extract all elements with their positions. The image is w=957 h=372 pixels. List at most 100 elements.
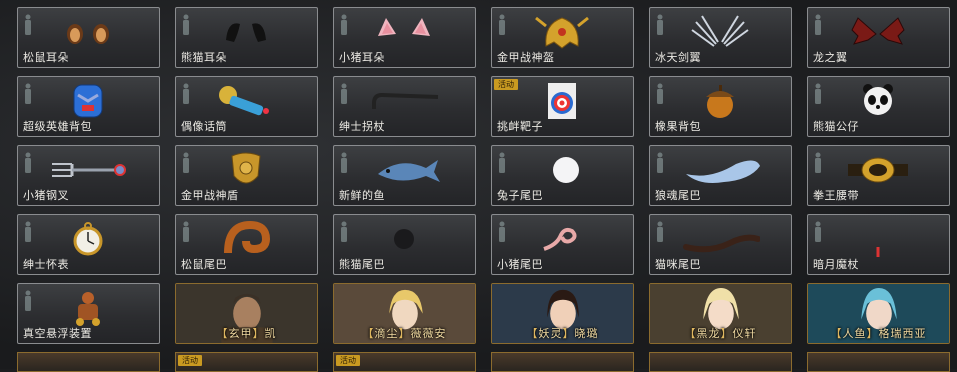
dark-moon-wand-icon <box>873 229 882 257</box>
character-card[interactable]: 活动 <box>333 352 476 372</box>
item-card[interactable]: 松鼠尾巴 <box>175 214 318 275</box>
squirrel-ears-icon <box>67 24 109 44</box>
item-label: 狼魂尾巴 <box>655 189 701 202</box>
dragon-wings-icon <box>851 17 905 45</box>
squirrel-tail-icon <box>224 220 271 254</box>
character-card[interactable]: 【黑龙】仪轩 <box>649 283 792 344</box>
fish-icon <box>378 160 440 182</box>
character-card[interactable]: 【妖灵】晓璐 <box>491 283 634 344</box>
item-card[interactable]: 暗月魔杖 <box>807 214 950 275</box>
item-label: 橡果背包 <box>655 120 701 133</box>
figure-icon <box>183 152 189 173</box>
figure-icon <box>341 14 347 35</box>
item-card[interactable]: 狼魂尾巴 <box>649 145 792 206</box>
figure-icon <box>657 14 663 35</box>
item-label: 金甲战神盔 <box>497 51 555 64</box>
item-card[interactable]: 熊猫耳朵 <box>175 7 318 68</box>
figure-icon <box>499 221 505 242</box>
item-card[interactable]: 金甲战神盾 <box>175 145 318 206</box>
item-label: 小猪尾巴 <box>497 258 543 271</box>
item-card[interactable]: 小猪钢叉 <box>17 145 160 206</box>
item-card[interactable]: 熊猫公仔 <box>807 76 950 137</box>
panda-ears-icon <box>226 23 266 42</box>
figure-icon <box>25 221 31 242</box>
character-label: 【玄甲】凯 <box>216 327 277 340</box>
item-label: 偶像话筒 <box>181 120 227 133</box>
character-card[interactable]: 【滴尘】薇薇安 <box>333 283 476 344</box>
acorn-backpack-icon <box>706 85 734 118</box>
item-label: 熊猫尾巴 <box>339 258 385 271</box>
item-label: 猫咪尾巴 <box>655 258 701 271</box>
figure-icon <box>657 152 663 173</box>
panda-tail-icon <box>394 229 414 249</box>
character-card[interactable]: 活动 <box>175 352 318 372</box>
character-label: 【滴尘】薇薇安 <box>362 327 447 340</box>
item-label: 熊猫公仔 <box>813 120 859 133</box>
item-grid: 松鼠耳朵 熊猫耳朵 小猪耳朵 金甲战神盔 冰天剑翼 龙之翼 超级英雄背包 偶像话… <box>17 7 950 344</box>
item-label: 绅士拐杖 <box>339 120 385 133</box>
item-label: 松鼠耳朵 <box>23 51 69 64</box>
item-card[interactable]: 小猪尾巴 <box>491 214 634 275</box>
cat-tail-icon <box>683 234 760 253</box>
item-card[interactable]: 金甲战神盔 <box>491 7 634 68</box>
item-card[interactable]: 真空悬浮装置 <box>17 283 160 344</box>
item-card[interactable]: 龙之翼 <box>807 7 950 68</box>
item-label: 龙之翼 <box>813 51 848 64</box>
item-card[interactable]: 兔子尾巴 <box>491 145 634 206</box>
figure-icon <box>815 14 821 35</box>
item-card[interactable]: 超级英雄背包 <box>17 76 160 137</box>
item-label: 绅士怀表 <box>23 258 69 271</box>
next-row-partial: 活动 活动 <box>17 352 950 372</box>
gentleman-cane-icon <box>372 92 439 109</box>
target-icon <box>548 83 576 119</box>
character-card[interactable] <box>649 352 792 372</box>
item-card[interactable]: 绅士拐杖 <box>333 76 476 137</box>
ice-sword-wings-icon <box>691 15 749 47</box>
character-card[interactable] <box>491 352 634 372</box>
wolf-tail-icon <box>686 160 760 183</box>
rabbit-tail-icon <box>553 157 579 183</box>
item-card[interactable]: 猫咪尾巴 <box>649 214 792 275</box>
pocket-watch-icon <box>73 222 103 256</box>
vacuum-hover-device-icon <box>76 292 100 326</box>
character-card[interactable]: 【玄甲】凯 <box>175 283 318 344</box>
item-card[interactable]: 新鲜的鱼 <box>333 145 476 206</box>
character-card[interactable] <box>17 352 160 372</box>
item-label: 冰天剑翼 <box>655 51 701 64</box>
item-label: 兔子尾巴 <box>497 189 543 202</box>
figure-icon <box>341 152 347 173</box>
character-card[interactable] <box>807 352 950 372</box>
item-label: 暗月魔杖 <box>813 258 859 271</box>
item-card[interactable]: 活动 挑衅靶子 <box>491 76 634 137</box>
item-card[interactable]: 橡果背包 <box>649 76 792 137</box>
item-card[interactable]: 拳王腰带 <box>807 145 950 206</box>
item-card[interactable]: 偶像话筒 <box>175 76 318 137</box>
item-card[interactable]: 松鼠耳朵 <box>17 7 160 68</box>
pig-ears-icon <box>378 18 430 36</box>
item-card[interactable]: 冰天剑翼 <box>649 7 792 68</box>
item-label: 小猪耳朵 <box>339 51 385 64</box>
figure-icon <box>25 152 31 173</box>
pig-tail-icon <box>543 227 577 251</box>
event-badge: 活动 <box>494 79 518 90</box>
item-card[interactable]: 小猪耳朵 <box>333 7 476 68</box>
figure-icon <box>499 152 505 173</box>
item-card[interactable]: 绅士怀表 <box>17 214 160 275</box>
item-label: 拳王腰带 <box>813 189 859 202</box>
golden-helmet-icon <box>535 16 589 49</box>
figure-icon <box>815 83 821 104</box>
item-label: 挑衅靶子 <box>497 120 543 133</box>
item-card[interactable]: 熊猫尾巴 <box>333 214 476 275</box>
panda-doll-icon <box>863 84 893 115</box>
figure-icon <box>183 14 189 35</box>
item-label: 新鲜的鱼 <box>339 189 385 202</box>
idol-microphone-icon <box>219 86 269 116</box>
figure-icon <box>183 221 189 242</box>
figure-icon <box>341 83 347 104</box>
character-card[interactable]: 【人鱼】格瑞西亚 <box>807 283 950 344</box>
figure-icon <box>815 221 821 242</box>
pig-fork-icon <box>52 163 126 177</box>
figure-icon <box>25 290 31 311</box>
item-label: 真空悬浮装置 <box>23 327 92 340</box>
golden-shield-icon <box>231 152 261 184</box>
